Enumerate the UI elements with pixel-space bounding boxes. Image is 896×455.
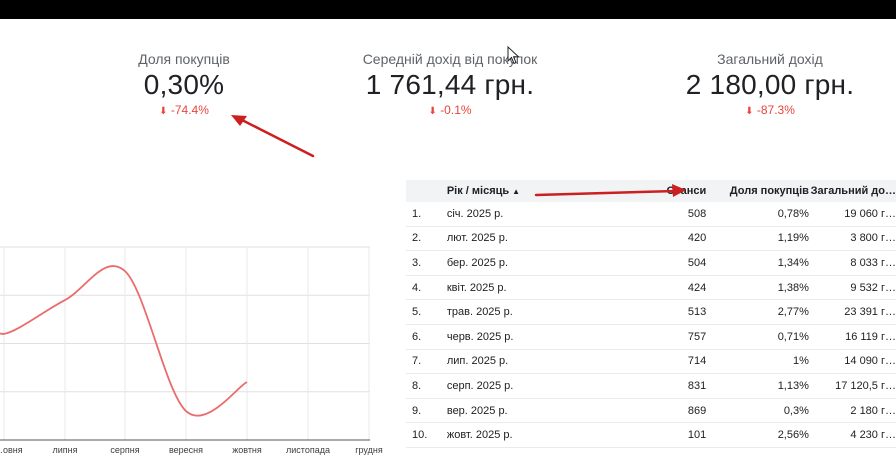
table-row[interactable]: 10. жовт. 2025 р. 101 2,56% 4 230 г… [406, 423, 896, 448]
x-tick-label: жовтня [232, 445, 262, 455]
cell-month: лют. 2025 р. [446, 232, 508, 245]
kpi-label: Загальний дохід [717, 51, 823, 67]
cell-total-revenue: 2 180 г… [850, 404, 896, 417]
x-tick-label: серпня [110, 445, 139, 455]
cell-purchaser-share: 2,56% [777, 429, 809, 442]
header-label: Рік / місяць [446, 185, 510, 197]
table-header: Рік / місяць ▲ Сеанси Доля покупців Загал… [406, 180, 896, 202]
series-line [0, 265, 248, 417]
cell-sessions: 831 [687, 379, 707, 392]
annotation-arrow-kpi [231, 115, 315, 158]
line-chart: …овня липня серпня вересня жовтня листопада гр… [0, 246, 383, 455]
cell-sessions: 420 [687, 232, 707, 245]
cell-total-revenue: 8 033 г… [850, 256, 896, 269]
kpi-label: Доля покупців [138, 51, 230, 67]
table-row[interactable]: 6. черв. 2025 р. 757 0,71% 16 119 г… [406, 325, 896, 350]
kpi-delta-value: -87.3% [756, 103, 795, 117]
row-index: 1. [412, 207, 422, 220]
cell-month: бер. 2025 р. [446, 256, 509, 269]
cell-total-revenue: 19 060 г… [844, 207, 896, 220]
header-total-revenue[interactable]: Загальний до… [809, 185, 896, 197]
kpi-average-purchase-revenue: Середній дохід від покупок 1 761,44 грн.… [330, 50, 570, 120]
table-row[interactable]: 3. бер. 2025 р. 504 1,34% 8 033 г… [406, 251, 896, 276]
table-row[interactable]: 5. трав. 2025 р. 513 2,77% 23 391 г… [406, 300, 896, 325]
kpi-value: 0,30% [143, 69, 225, 100]
kpi-delta: ⬇ -0.1% [330, 102, 570, 120]
x-tick-label: вересня [169, 445, 203, 455]
row-index: 10. [412, 429, 428, 442]
cell-purchaser-share: 1,34% [777, 256, 809, 269]
header-sessions[interactable]: Сеанси [592, 185, 708, 197]
row-index: 6. [412, 330, 422, 343]
row-index: 9. [412, 404, 422, 417]
cell-month: квіт. 2025 р. [446, 281, 507, 294]
cell-purchaser-share: 0,71% [777, 330, 809, 343]
cell-total-revenue: 17 120,5 г… [835, 379, 896, 392]
cell-purchaser-share: 2,77% [777, 306, 809, 319]
cell-month: черв. 2025 р. [446, 330, 514, 343]
kpi-value: 2 180,00 грн. [685, 69, 855, 100]
arrow-down-icon: ⬇ [745, 106, 754, 117]
x-tick-label: …овня [0, 445, 23, 455]
header-year-month[interactable]: Рік / місяць ▲ [447, 185, 592, 197]
kpi-label: Середній дохід від покупок [362, 51, 538, 67]
cell-month: лип. 2025 р. [446, 355, 509, 368]
cell-month: жовт. 2025 р. [446, 429, 513, 442]
cell-total-revenue: 14 090 г… [844, 355, 896, 368]
x-tick-label: грудня [355, 445, 383, 455]
cell-sessions: 101 [687, 429, 707, 442]
kpi-total-revenue: Загальний дохід 2 180,00 грн. ⬇ -87.3% [660, 50, 880, 120]
x-tick-label: листопада [286, 445, 330, 455]
cell-total-revenue: 3 800 г… [850, 232, 896, 245]
kpi-delta-value: -0.1% [440, 103, 472, 117]
arrow-down-icon: ⬇ [428, 106, 437, 117]
kpi-value: 1 761,44 грн. [365, 69, 535, 100]
cell-sessions: 513 [687, 306, 707, 319]
cell-purchaser-share: 1% [792, 355, 809, 368]
header-purchaser-share[interactable]: Доля покупців [708, 185, 809, 197]
table-body: 1. січ. 2025 р. 508 0,78% 19 060 г… 2. лют. 20… [406, 202, 896, 448]
cell-total-revenue: 9 532 г… [850, 281, 896, 294]
cell-total-revenue: 16 119 г… [845, 330, 896, 343]
cell-month: вер. 2025 р. [446, 404, 508, 417]
table-row[interactable]: 9. вер. 2025 р. 869 0,3% 2 180 г… [406, 398, 896, 424]
kpi-delta-value: -74.4% [170, 103, 209, 117]
cell-purchaser-share: 1,13% [777, 379, 809, 392]
sort-ascending-icon[interactable]: ▲ [512, 187, 520, 196]
row-index: 5. [412, 306, 422, 319]
table-row[interactable]: 7. лип. 2025 р. 714 1% 14 090 г… [406, 349, 896, 375]
row-index: 4. [412, 281, 422, 294]
kpi-delta: ⬇ -74.4% [84, 102, 284, 120]
cell-purchaser-share: 1,38% [777, 281, 809, 294]
cell-sessions: 424 [687, 281, 707, 294]
arrow-down-icon: ⬇ [159, 106, 168, 117]
cell-sessions: 504 [687, 256, 707, 269]
cell-month: трав. 2025 р. [446, 306, 513, 319]
mouse-cursor-icon [507, 46, 520, 65]
cell-purchaser-share: 1,19% [777, 232, 809, 245]
row-index: 3. [412, 256, 422, 269]
cell-sessions: 508 [687, 207, 707, 220]
data-table: Рік / місяць ▲ Сеанси Доля покупців Загал… [406, 180, 896, 448]
cell-purchaser-share: 0,78% [777, 207, 809, 220]
cell-purchaser-share: 0,3% [783, 404, 809, 417]
x-tick-label: липня [53, 445, 78, 455]
kpi-delta: ⬇ -87.3% [660, 102, 880, 120]
cell-total-revenue: 4 230 г… [850, 429, 896, 442]
cell-month: серп. 2025 р. [446, 379, 514, 392]
table-row[interactable]: 1. січ. 2025 р. 508 0,78% 19 060 г… [406, 202, 896, 227]
table-row[interactable]: 4. квіт. 2025 р. 424 1,38% 9 532 г… [406, 276, 896, 301]
cell-month: січ. 2025 р. [446, 207, 504, 220]
kpi-purchaser-share: Доля покупців 0,30% ⬇ -74.4% [84, 50, 284, 120]
top-black-bar [0, 0, 896, 19]
row-index: 8. [412, 379, 422, 392]
cell-sessions: 869 [687, 404, 707, 417]
cell-sessions: 757 [687, 330, 707, 343]
table-row[interactable]: 8. серп. 2025 р. 831 1,13% 17 120,5 г… [406, 374, 896, 399]
cell-total-revenue: 23 391 г… [844, 306, 896, 319]
row-index: 2. [412, 232, 422, 245]
row-index: 7. [412, 355, 422, 368]
table-row[interactable]: 2. лют. 2025 р. 420 1,19% 3 800 г… [406, 227, 896, 252]
cell-sessions: 714 [687, 355, 707, 368]
